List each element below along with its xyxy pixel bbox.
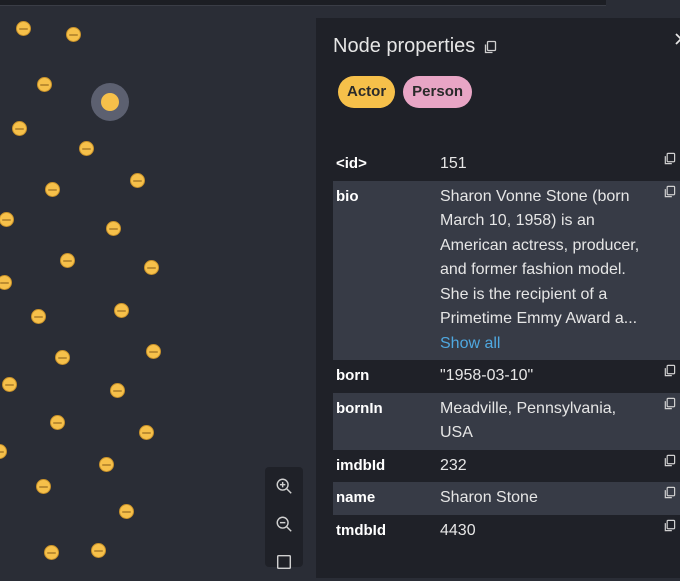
property-value: "1958-03-10" xyxy=(440,367,534,384)
graph-node[interactable] xyxy=(79,141,94,156)
graph-node[interactable] xyxy=(144,260,159,275)
graph-node[interactable] xyxy=(16,21,31,36)
selected-graph-node[interactable] xyxy=(91,83,129,121)
property-value: Sharon Vonne Stone (born March 10, 1958)… xyxy=(440,185,645,357)
zoom-in-button[interactable] xyxy=(265,467,303,505)
property-key: <id> xyxy=(336,155,367,172)
label-chips: Actor Person xyxy=(338,76,473,108)
property-key: bio xyxy=(336,187,359,205)
graph-node[interactable] xyxy=(0,444,7,459)
copy-icon[interactable] xyxy=(663,152,676,165)
fit-icon xyxy=(276,554,292,570)
zoom-in-icon xyxy=(276,478,292,494)
property-value: Sharon Stone xyxy=(440,489,538,506)
node-properties-panel: Node properties Actor Person <id> 151 bi… xyxy=(316,18,680,578)
close-icon[interactable] xyxy=(674,32,680,46)
property-row-bornin: bornIn Meadville, Pennsylvania, USA xyxy=(333,392,680,450)
copy-icon[interactable] xyxy=(663,397,676,410)
graph-node[interactable] xyxy=(0,275,12,290)
property-row-id: <id> 151 xyxy=(333,148,680,181)
property-key: name xyxy=(336,489,376,506)
zoom-out-button[interactable] xyxy=(265,505,303,543)
copy-icon[interactable] xyxy=(663,185,676,198)
graph-node[interactable] xyxy=(37,77,52,92)
property-row-tmdbid: tmdbId 4430 xyxy=(333,515,680,548)
zoom-out-icon xyxy=(276,516,292,532)
property-value: 232 xyxy=(440,456,467,474)
panel-title: Node properties xyxy=(333,35,497,58)
property-value: Meadville, Pennsylvania, USA xyxy=(440,399,617,442)
graph-node[interactable] xyxy=(130,173,145,188)
property-key: imdbId xyxy=(336,456,386,474)
property-key: bornIn xyxy=(336,399,383,417)
property-value: 151 xyxy=(440,155,467,172)
property-key: born xyxy=(336,367,370,384)
graph-node[interactable] xyxy=(2,377,17,392)
copy-icon[interactable] xyxy=(663,364,676,377)
graph-node[interactable] xyxy=(60,253,75,268)
graph-node[interactable] xyxy=(0,212,14,227)
graph-node[interactable] xyxy=(44,545,59,560)
graph-node[interactable] xyxy=(139,425,154,440)
property-value: 4430 xyxy=(440,521,476,539)
graph-node[interactable] xyxy=(91,543,106,558)
copy-icon[interactable] xyxy=(663,486,676,499)
copy-icon[interactable] xyxy=(483,40,497,54)
graph-node[interactable] xyxy=(110,383,125,398)
property-row-imdbid: imdbId 232 xyxy=(333,450,680,483)
graph-node[interactable] xyxy=(50,415,65,430)
graph-node[interactable] xyxy=(114,303,129,318)
graph-node[interactable] xyxy=(66,27,81,42)
graph-node[interactable] xyxy=(106,221,121,236)
properties-table: <id> 151 bio Sharon Vonne Stone (born Ma… xyxy=(333,148,680,547)
graph-node[interactable] xyxy=(31,309,46,324)
bio-text: Sharon Vonne Stone (born March 10, 1958)… xyxy=(440,187,640,328)
graph-node[interactable] xyxy=(12,121,27,136)
property-row-born: born "1958-03-10" xyxy=(333,360,680,393)
graph-node[interactable] xyxy=(36,479,51,494)
zoom-toolbar xyxy=(265,467,303,570)
copy-icon[interactable] xyxy=(663,519,676,532)
graph-node[interactable] xyxy=(146,344,161,359)
property-row-name: name Sharon Stone xyxy=(333,482,680,515)
copy-icon[interactable] xyxy=(663,454,676,467)
fit-to-screen-button[interactable] xyxy=(265,543,303,581)
property-row-bio: bio Sharon Vonne Stone (born March 10, 1… xyxy=(333,180,680,360)
label-chip-actor[interactable]: Actor xyxy=(338,76,396,108)
graph-node[interactable] xyxy=(45,182,60,197)
show-all-link[interactable]: Show all xyxy=(440,335,500,352)
property-key: tmdbId xyxy=(336,521,386,539)
graph-node[interactable] xyxy=(99,457,114,472)
graph-node[interactable] xyxy=(119,504,134,519)
panel-title-text: Node properties xyxy=(333,35,476,57)
graph-node[interactable] xyxy=(55,350,70,365)
label-chip-person[interactable]: Person xyxy=(403,76,473,108)
